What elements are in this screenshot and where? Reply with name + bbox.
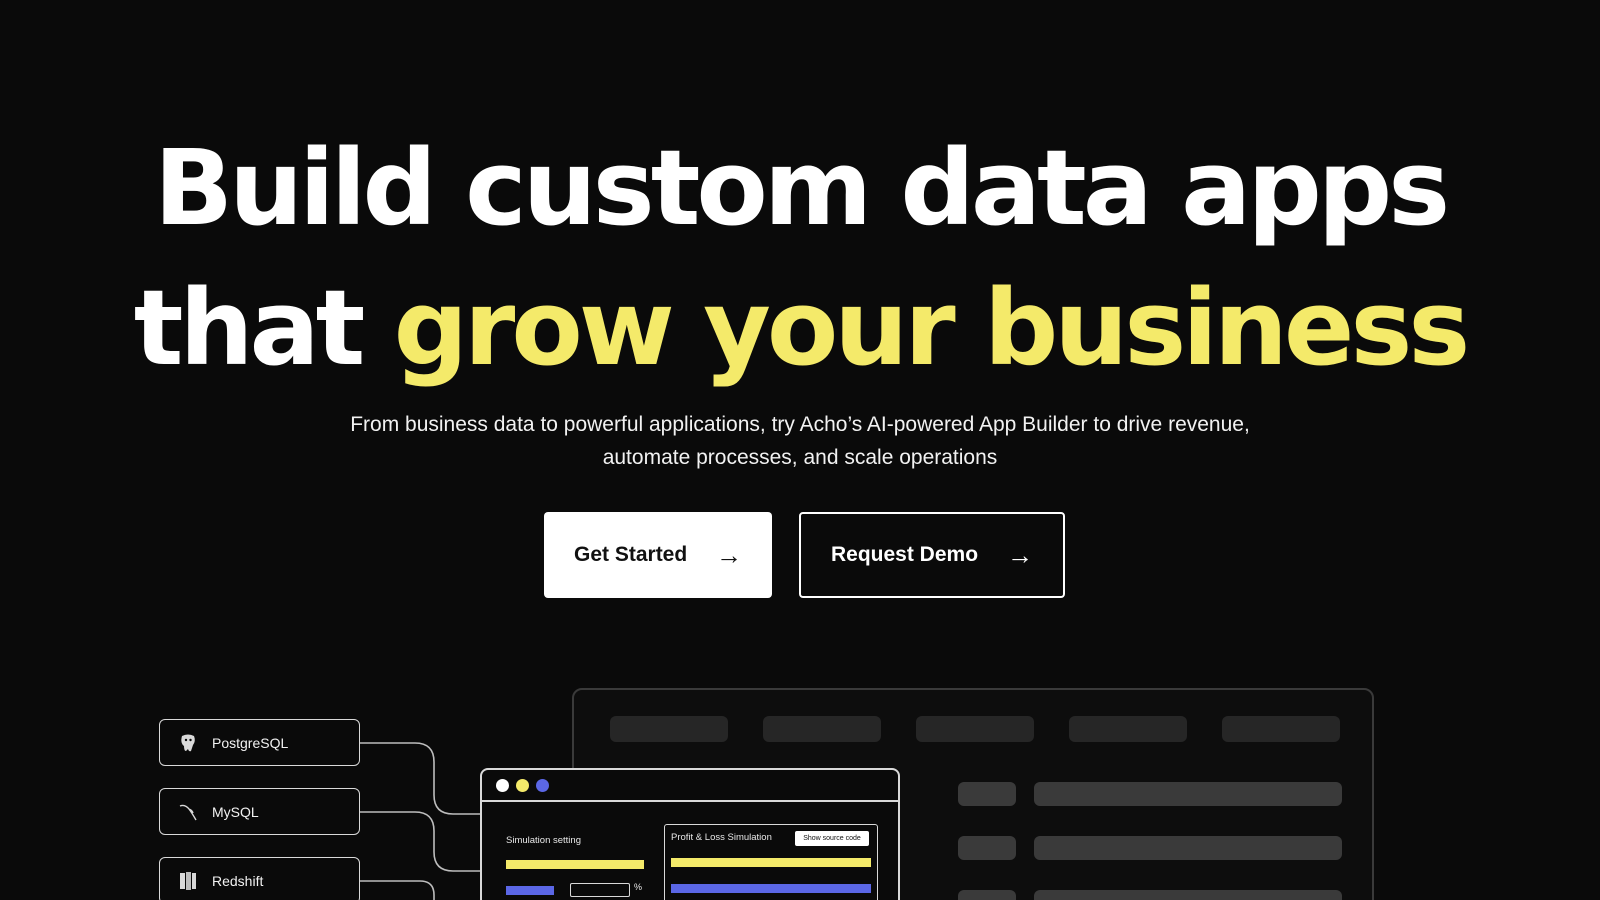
yellow-bar [671, 858, 871, 867]
dashboard-row-placeholder [1034, 782, 1342, 806]
dashboard-tab-placeholder [1222, 716, 1340, 742]
blue-bar [506, 886, 554, 895]
app-window-preview: Simulation setting % Profit & Loss Simul… [480, 768, 900, 900]
dashboard-row-placeholder [1034, 836, 1342, 860]
source-redshift[interactable]: Redshift [159, 857, 360, 900]
percent-input[interactable] [570, 883, 630, 897]
dashboard-row-placeholder [1034, 890, 1342, 900]
dashboard-tab-placeholder [1069, 716, 1187, 742]
window-dot-blue [536, 778, 549, 792]
show-source-code-button[interactable]: Show source code [795, 831, 869, 846]
window-titlebar [482, 770, 898, 802]
source-postgresql[interactable]: PostgreSQL [159, 719, 360, 766]
simulation-setting-label: Simulation setting [506, 835, 581, 846]
dashboard-tab-placeholder [763, 716, 881, 742]
dashboard-tab-placeholder [916, 716, 1034, 742]
window-dot-white [496, 778, 509, 792]
source-label: MySQL [212, 803, 259, 820]
window-dot-yellow [516, 778, 529, 792]
profit-loss-panel: Profit & Loss Simulation Show source cod… [664, 824, 878, 900]
dashboard-row-placeholder [958, 890, 1016, 900]
dashboard-row-placeholder [958, 836, 1016, 860]
blue-bar [671, 884, 871, 893]
redshift-icon [176, 869, 200, 893]
source-label: PostgreSQL [212, 734, 289, 751]
percent-symbol: % [634, 882, 643, 892]
yellow-bar [506, 860, 644, 869]
profit-loss-title: Profit & Loss Simulation [671, 832, 772, 843]
dashboard-tab-placeholder [610, 716, 728, 742]
postgresql-icon [176, 731, 200, 755]
dashboard-row-placeholder [958, 782, 1016, 806]
mysql-icon [176, 800, 200, 824]
source-label: Redshift [212, 872, 264, 889]
source-mysql[interactable]: MySQL [159, 788, 360, 835]
